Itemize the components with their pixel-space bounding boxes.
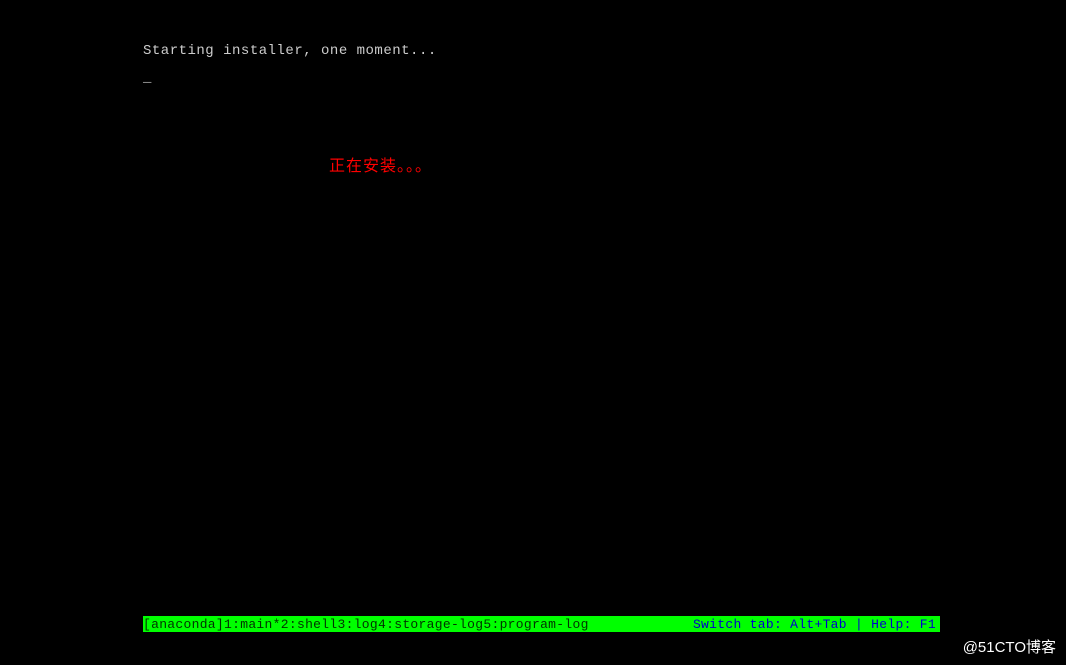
watermark-text: @51CTO博客 [963, 636, 1056, 657]
terminal-screen: Starting installer, one moment... _ 正在安装… [0, 0, 1066, 665]
tab-main[interactable]: 1:main* [224, 617, 281, 632]
switch-tab-help: Switch tab: Alt+Tab | Help: F1 [693, 617, 936, 632]
tab-program-log[interactable]: 5:program-log [483, 617, 588, 632]
anaconda-tab-bar: [anaconda] 1:main* 2:shell 3:log 4:stora… [143, 616, 940, 632]
installer-status-text: Starting installer, one moment... [143, 43, 437, 59]
tab-bar-prefix: [anaconda] [143, 617, 224, 632]
tab-log[interactable]: 3:log [337, 617, 378, 632]
tab-storage-log[interactable]: 4:storage-log [378, 617, 483, 632]
tab-shell[interactable]: 2:shell [281, 617, 338, 632]
installing-annotation: 正在安装。。。 [329, 152, 432, 176]
terminal-cursor: _ [143, 70, 151, 86]
